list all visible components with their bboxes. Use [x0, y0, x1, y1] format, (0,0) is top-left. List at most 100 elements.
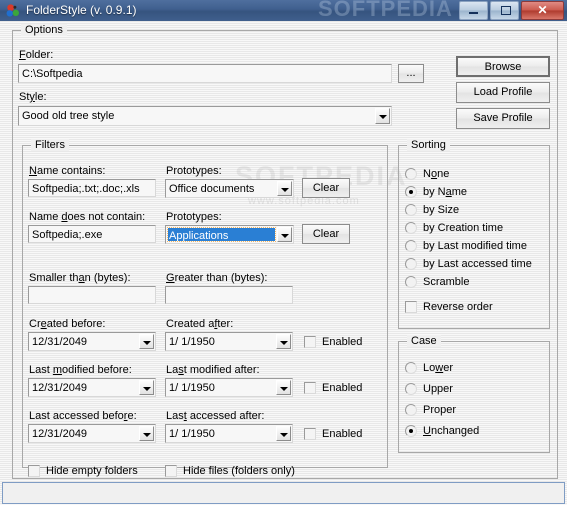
- app-spheres-icon: [6, 4, 20, 17]
- close-icon: ✕: [537, 3, 548, 17]
- modified-before-value: 12/31/2049: [32, 382, 88, 394]
- chevron-down-icon[interactable]: [277, 181, 292, 196]
- clear-button-2-label: Clear: [312, 228, 340, 240]
- chevron-down-icon[interactable]: [276, 426, 291, 441]
- chevron-down-icon[interactable]: [139, 334, 154, 349]
- created-after-label: Created after:: [166, 318, 234, 330]
- sorting-radio-none[interactable]: [405, 168, 417, 180]
- sorting-radio-by-creation-time[interactable]: [405, 222, 417, 234]
- created-before-value: 12/31/2049: [32, 336, 88, 348]
- sorting-radio-by-last-modified-time[interactable]: [405, 240, 417, 252]
- sorting-radio-by-last-accessed-time[interactable]: [405, 258, 417, 270]
- sorting-label-by-creation-time: by Creation time: [423, 222, 504, 234]
- style-label: Style:: [19, 91, 47, 103]
- folder-label: Folder:: [19, 49, 54, 61]
- close-button[interactable]: ✕: [521, 1, 564, 20]
- case-radio-unchanged[interactable]: [405, 425, 417, 437]
- chevron-down-icon[interactable]: [139, 380, 154, 395]
- chevron-down-icon[interactable]: [277, 227, 292, 242]
- filters-legend: Filters: [31, 139, 69, 151]
- folderstyle-window: SOFTPEDIA FolderStyle (v. 0.9.1) ✕ SOFTP…: [0, 0, 567, 505]
- modified-before-label: Last modified before:: [29, 364, 132, 376]
- hide-empty-folders-label: Hide empty folders: [46, 465, 138, 477]
- prototypes-label-1: Prototypes:: [166, 165, 222, 177]
- sorting-radio-by-size[interactable]: [405, 204, 417, 216]
- clear-button-1[interactable]: Clear: [302, 178, 350, 198]
- created-enabled-checkbox[interactable]: [304, 336, 316, 348]
- save-profile-button[interactable]: Save Profile: [456, 108, 550, 129]
- style-combo[interactable]: Good old tree style: [18, 106, 392, 126]
- created-before-label: Created before:: [29, 318, 106, 330]
- clear-button-2[interactable]: Clear: [302, 224, 350, 244]
- chevron-down-icon[interactable]: [276, 334, 291, 349]
- chevron-down-icon[interactable]: [139, 426, 154, 441]
- accessed-after-value: 1/ 1/1950: [169, 428, 215, 440]
- case-label-unchanged: Unchanged: [423, 425, 480, 437]
- maximize-button[interactable]: [490, 1, 519, 20]
- accessed-before-label: Last accessed before:: [29, 410, 137, 422]
- case-radio-lower[interactable]: [405, 362, 417, 374]
- options-legend: Options: [21, 24, 67, 36]
- case-label-lower: Lower: [423, 362, 453, 374]
- window-controls: ✕: [459, 1, 564, 20]
- modified-after-picker[interactable]: 1/ 1/1950: [165, 378, 293, 397]
- sorting-label-by-last-modified-time: by Last modified time: [423, 240, 527, 252]
- modified-after-value: 1/ 1/1950: [169, 382, 215, 394]
- client-area: SOFTPEDIA www.softpedia.com Options Fold…: [0, 21, 567, 505]
- created-before-picker[interactable]: 12/31/2049: [28, 332, 156, 351]
- modified-after-label: Last modified after:: [166, 364, 260, 376]
- smaller-than-label: Smaller than (bytes):: [29, 272, 131, 284]
- name-contains-input[interactable]: Softpedia;.txt;.doc;.xls: [28, 179, 156, 197]
- sorting-legend: Sorting: [407, 139, 450, 151]
- modified-enabled-label: Enabled: [322, 382, 363, 394]
- created-enabled-label: Enabled: [322, 336, 363, 348]
- chevron-down-icon[interactable]: [276, 380, 291, 395]
- accessed-before-picker[interactable]: 12/31/2049: [28, 424, 156, 443]
- folder-input[interactable]: C:\Softpedia: [18, 64, 392, 83]
- case-label-proper: Proper: [423, 404, 457, 416]
- accessed-after-picker[interactable]: 1/ 1/1950: [165, 424, 293, 443]
- modified-enabled-checkbox[interactable]: [304, 382, 316, 394]
- prototypes-label-2: Prototypes:: [166, 211, 222, 223]
- smaller-than-input[interactable]: [28, 286, 156, 304]
- modified-before-picker[interactable]: 12/31/2049: [28, 378, 156, 397]
- prototypes-combo-1[interactable]: Office documents: [165, 179, 294, 198]
- prototypes-combo-2-value: Applications: [167, 227, 276, 242]
- name-not-contains-input[interactable]: Softpedia;.exe: [28, 225, 156, 243]
- browse-dots-button[interactable]: ...: [398, 64, 424, 83]
- greater-than-input[interactable]: [165, 286, 293, 304]
- hide-empty-folders-checkbox[interactable]: [28, 465, 40, 477]
- name-contains-label: Name contains:: [29, 165, 106, 177]
- title-bar: SOFTPEDIA FolderStyle (v. 0.9.1) ✕: [0, 0, 567, 22]
- hide-files-label: Hide files (folders only): [183, 465, 295, 477]
- accessed-enabled-checkbox[interactable]: [304, 428, 316, 440]
- style-combo-value: Good old tree style: [22, 110, 115, 122]
- hide-files-checkbox[interactable]: [165, 465, 177, 477]
- sorting-radio-scramble[interactable]: [405, 276, 417, 288]
- chevron-down-icon[interactable]: [375, 108, 390, 124]
- clear-button-1-label: Clear: [312, 182, 340, 194]
- sorting-radio-by-name[interactable]: [405, 186, 417, 198]
- title-watermark: SOFTPEDIA: [318, 0, 453, 21]
- case-radio-upper[interactable]: [405, 383, 417, 395]
- browse-button-label: Browse: [484, 61, 522, 73]
- created-after-picker[interactable]: 1/ 1/1950: [165, 332, 293, 351]
- prototypes-combo-2[interactable]: Applications: [165, 225, 294, 244]
- prototypes-combo-1-value: Office documents: [169, 183, 255, 195]
- load-profile-button[interactable]: Load Profile: [456, 82, 550, 103]
- created-after-value: 1/ 1/1950: [169, 336, 215, 348]
- sorting-label-none: None: [423, 168, 450, 180]
- sorting-label-scramble: Scramble: [423, 276, 470, 288]
- reverse-order-checkbox[interactable]: [405, 301, 417, 313]
- sorting-label-by-size: by Size: [423, 204, 460, 216]
- minimize-button[interactable]: [459, 1, 488, 20]
- save-profile-label: Save Profile: [473, 112, 533, 124]
- greater-than-label: Greater than (bytes):: [166, 272, 268, 284]
- case-label-upper: Upper: [423, 383, 453, 395]
- accessed-before-value: 12/31/2049: [32, 428, 88, 440]
- sorting-label-by-name: by Name: [423, 186, 468, 198]
- browse-button[interactable]: Browse: [456, 56, 550, 77]
- case-legend: Case: [407, 335, 441, 347]
- case-radio-proper[interactable]: [405, 404, 417, 416]
- load-profile-label: Load Profile: [473, 86, 533, 98]
